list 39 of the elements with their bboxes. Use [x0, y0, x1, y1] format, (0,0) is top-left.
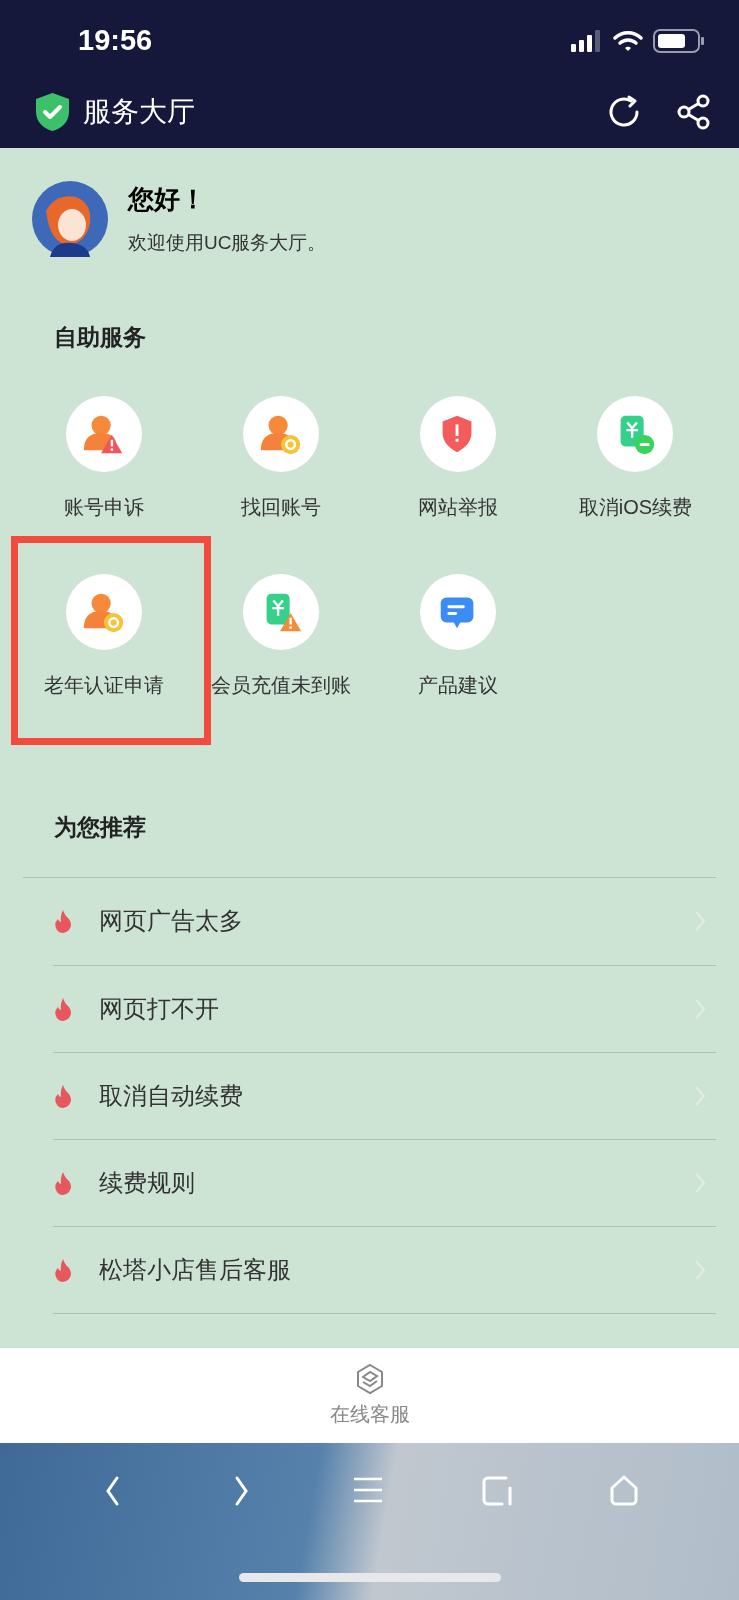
list-item[interactable]: 网页广告太多 [53, 877, 716, 965]
battery-icon [653, 28, 705, 53]
section-title: 自助服务 [53, 322, 147, 352]
share-button[interactable] [677, 93, 711, 130]
list-item[interactable]: 续费规则 [53, 1138, 716, 1226]
service-item[interactable]: 账号申诉 [15, 396, 193, 522]
list-item[interactable]: 取消自动续费 [53, 1051, 716, 1139]
list-item[interactable]: 网页打不开 [53, 964, 716, 1052]
list-item-label: 续费规则 [99, 1167, 196, 1198]
service-item[interactable]: 产品建议 [369, 574, 547, 700]
service-item[interactable]: 老年认证申请 [15, 574, 193, 700]
avatar-icon [32, 180, 108, 257]
flame-icon [53, 1257, 73, 1282]
service-item[interactable]: 会员充值未到账 [192, 574, 370, 700]
list-item-label: 松塔小店售后客服 [99, 1254, 292, 1285]
flame-icon [53, 1170, 73, 1195]
service-item[interactable]: 取消iOS续费 [546, 396, 724, 522]
support-label: 在线客服 [329, 1401, 410, 1427]
flame-icon [53, 996, 73, 1021]
refresh-button[interactable] [607, 94, 641, 129]
list-item-label: 网页广告太多 [99, 906, 244, 936]
shield-check-icon [34, 91, 71, 132]
wifi-icon [613, 29, 643, 52]
flame-icon [53, 1083, 73, 1108]
flame-icon [53, 909, 73, 933]
clock-time: 19:56 [78, 22, 153, 58]
tabs-icon [480, 1474, 515, 1508]
signal-icon [571, 29, 603, 52]
greeting-title: 您好！ [128, 183, 207, 216]
greeting-subtitle: 欢迎使用UC服务大厅。 [128, 231, 327, 255]
list-item-label: 取消自动续费 [99, 1080, 244, 1111]
page-title: 服务大厅 [83, 94, 196, 129]
section-title: 为您推荐 [53, 813, 147, 842]
list-item[interactable]: 松塔小店售后客服 [53, 1225, 716, 1313]
service-item[interactable]: 网站举报 [369, 396, 547, 522]
list-item-label: 网页打不开 [99, 993, 220, 1024]
hexagon-icon [354, 1362, 385, 1395]
support-bar[interactable]: 在线客服 [0, 1348, 739, 1443]
service-item[interactable]: 找回账号 [192, 396, 370, 522]
